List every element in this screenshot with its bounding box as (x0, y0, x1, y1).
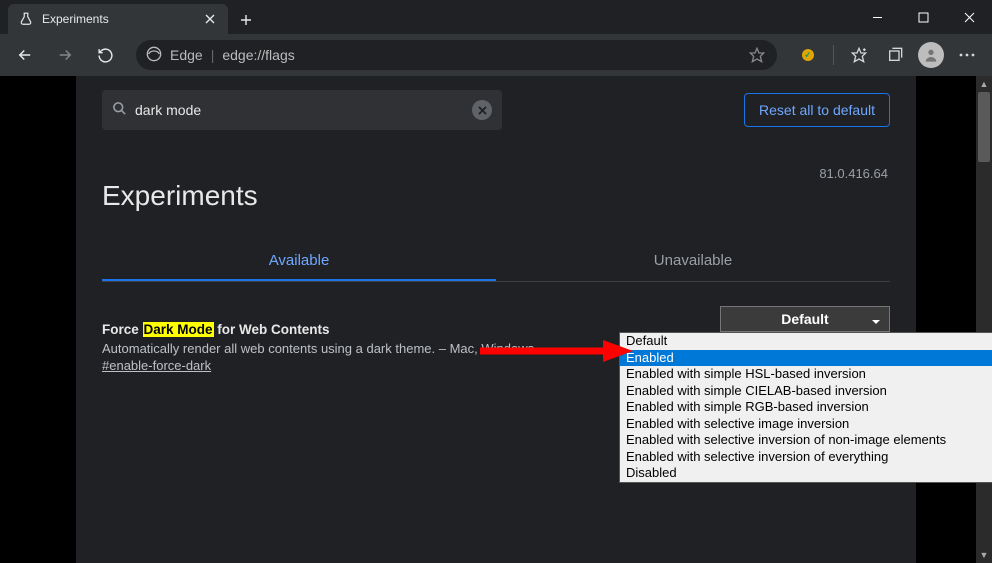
tab-title: Experiments (42, 12, 194, 26)
scrollbar-thumb[interactable] (978, 92, 990, 162)
address-bar[interactable]: Edge | edge://flags (136, 40, 777, 70)
dropdown-option[interactable]: Enabled with simple HSL-based inversion (620, 366, 992, 383)
forward-button[interactable] (48, 38, 82, 72)
content-area: Reset all to default Experiments 81.0.41… (0, 76, 992, 563)
back-button[interactable] (8, 38, 42, 72)
extension-icon[interactable] (791, 38, 825, 72)
maximize-button[interactable] (900, 0, 946, 34)
flag-title-post: for Web Contents (214, 322, 330, 337)
address-separator: | (211, 47, 215, 63)
titlebar: Experiments (0, 0, 992, 34)
favorites-icon[interactable] (842, 38, 876, 72)
scroll-up-button[interactable]: ▲ (976, 76, 992, 92)
profile-button[interactable] (914, 38, 948, 72)
browser-tab[interactable]: Experiments (8, 4, 228, 34)
avatar-icon (918, 42, 944, 68)
search-box[interactable] (102, 90, 502, 130)
dropdown-option[interactable]: Enabled with simple RGB-based inversion (620, 399, 992, 416)
clear-search-button[interactable] (472, 100, 492, 120)
favorite-icon[interactable] (749, 47, 767, 63)
tab-available[interactable]: Available (102, 242, 496, 281)
dropdown-option[interactable]: Default (620, 333, 992, 350)
flag-title-highlight: Dark Mode (143, 322, 214, 337)
flag-select[interactable]: Default (720, 306, 890, 332)
new-tab-button[interactable] (232, 6, 260, 34)
experiments-icon (18, 11, 34, 27)
collections-icon[interactable] (878, 38, 912, 72)
version-label: 81.0.416.64 (819, 166, 888, 181)
close-window-button[interactable] (946, 0, 992, 34)
search-input[interactable] (135, 102, 464, 118)
flag-title-pre: Force (102, 322, 143, 337)
vertical-scrollbar[interactable]: ▲ ▼ (976, 76, 992, 563)
address-url: edge://flags (222, 47, 294, 63)
tabs-row: Available Unavailable (102, 242, 890, 282)
tab-close-button[interactable] (202, 11, 218, 27)
toolbar: Edge | edge://flags (0, 34, 992, 76)
address-brand: Edge (170, 47, 203, 63)
chevron-down-icon (871, 314, 881, 330)
refresh-button[interactable] (88, 38, 122, 72)
menu-button[interactable] (950, 38, 984, 72)
tab-unavailable[interactable]: Unavailable (496, 242, 890, 281)
edge-logo-icon (146, 46, 162, 65)
separator (833, 45, 834, 65)
page-title: Experiments (102, 180, 890, 212)
flag-dropdown-list[interactable]: DefaultEnabledEnabled with simple HSL-ba… (619, 332, 992, 483)
dropdown-option[interactable]: Enabled with simple CIELAB-based inversi… (620, 383, 992, 400)
toolbar-right (791, 38, 984, 72)
dropdown-option[interactable]: Disabled (620, 465, 992, 482)
scroll-down-button[interactable]: ▼ (976, 547, 992, 563)
window-controls (854, 0, 992, 34)
flag-hash-link[interactable]: #enable-force-dark (102, 358, 211, 373)
dropdown-option[interactable]: Enabled with selective inversion of non-… (620, 432, 992, 449)
flag-select-value: Default (781, 311, 828, 327)
dropdown-option[interactable]: Enabled with selective inversion of ever… (620, 449, 992, 466)
experiments-page: Reset all to default Experiments 81.0.41… (76, 76, 916, 563)
dropdown-option[interactable]: Enabled with selective image inversion (620, 416, 992, 433)
reset-all-button[interactable]: Reset all to default (744, 93, 890, 127)
minimize-button[interactable] (854, 0, 900, 34)
search-icon (112, 101, 127, 119)
dropdown-option[interactable]: Enabled (620, 350, 992, 367)
